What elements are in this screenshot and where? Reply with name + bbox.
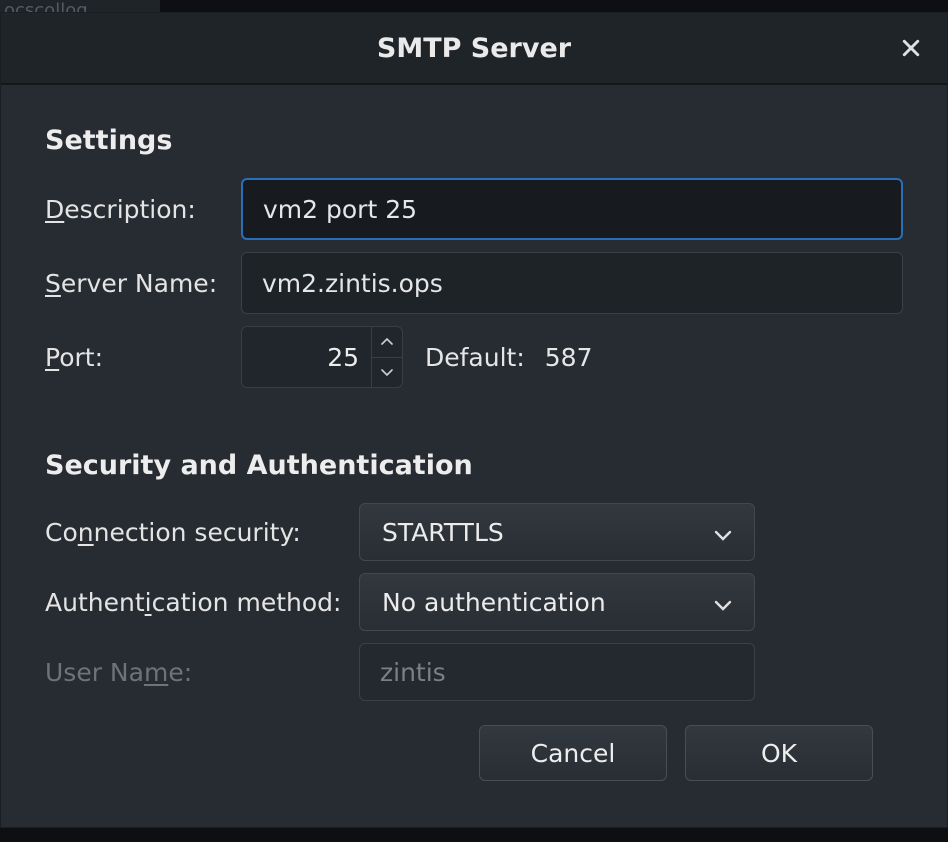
- auth-method-value: No authentication: [382, 588, 606, 617]
- connection-security-label: Connection security:: [45, 518, 359, 547]
- port-value[interactable]: 25: [242, 327, 371, 387]
- auth-method-label: Authentication method:: [45, 588, 359, 617]
- user-name-value: zintis: [380, 658, 446, 687]
- dialog-titlebar: SMTP Server: [1, 13, 947, 85]
- user-name-input: zintis: [359, 643, 755, 701]
- port-step-up-icon[interactable]: [372, 327, 402, 358]
- chevron-down-icon: [714, 518, 732, 547]
- port-label: Port:: [45, 343, 241, 372]
- dialog-footer: Cancel OK: [45, 701, 903, 793]
- dialog-body: Settings Description: Server Name: Port:…: [1, 85, 947, 827]
- chevron-down-icon: [714, 588, 732, 617]
- security-grid: Connection security: STARTTLS Authentica…: [45, 503, 903, 701]
- server-name-input[interactable]: [241, 252, 903, 314]
- port-default-value: 587: [545, 343, 593, 372]
- settings-grid: Description: Server Name: Port: 25: [45, 178, 903, 388]
- auth-method-select[interactable]: No authentication: [359, 573, 755, 631]
- settings-heading: Settings: [45, 125, 903, 156]
- connection-security-select[interactable]: STARTTLS: [359, 503, 755, 561]
- port-step-down-icon[interactable]: [372, 358, 402, 388]
- description-label: Description:: [45, 195, 241, 224]
- smtp-server-dialog: SMTP Server Settings Description: Server…: [0, 12, 948, 828]
- ok-button[interactable]: OK: [685, 725, 873, 781]
- description-input[interactable]: [241, 178, 903, 240]
- server-name-label: Server Name:: [45, 269, 241, 298]
- dialog-title: SMTP Server: [377, 33, 571, 64]
- port-default-label: Default:: [425, 343, 525, 372]
- security-heading: Security and Authentication: [45, 450, 903, 481]
- user-name-label: User Name:: [45, 658, 359, 687]
- cancel-button[interactable]: Cancel: [479, 725, 667, 781]
- connection-security-value: STARTTLS: [382, 518, 504, 547]
- port-row: 25 Default: 587: [241, 326, 903, 388]
- port-stepper: [371, 327, 402, 387]
- port-default: Default: 587: [425, 343, 593, 372]
- close-icon[interactable]: [897, 34, 925, 62]
- port-spinner[interactable]: 25: [241, 326, 403, 388]
